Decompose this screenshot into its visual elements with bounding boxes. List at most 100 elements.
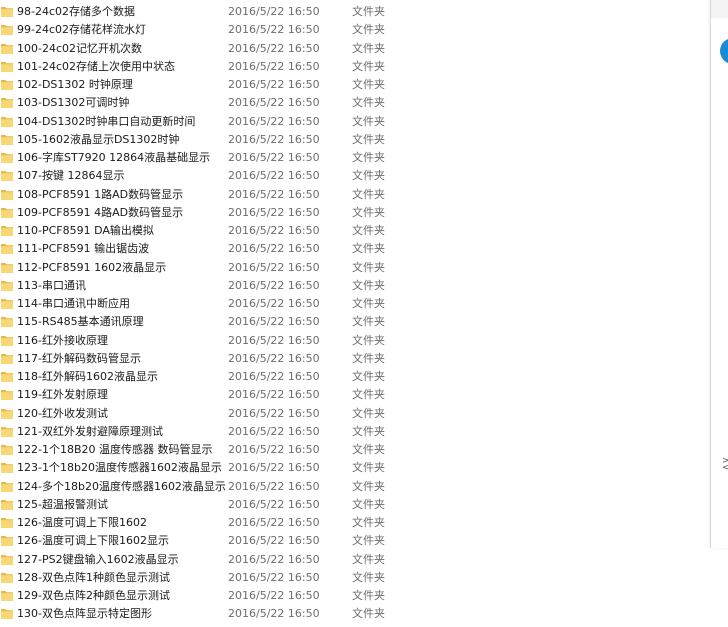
list-item[interactable]: 116-红外接收原理 2016/5/22 16:50 文件夹	[0, 332, 700, 350]
folder-icon	[1, 153, 13, 163]
expand-icon[interactable]: > <	[722, 457, 728, 473]
list-item[interactable]: 103-DS1302可调时钟 2016/5/22 16:50 文件夹	[0, 94, 700, 112]
list-item[interactable]: 119-红外发射原理 2016/5/22 16:50 文件夹	[0, 386, 700, 404]
folder-icon	[1, 408, 13, 419]
file-name: 119-红外发射原理	[17, 388, 108, 402]
info-circle-icon[interactable]	[720, 38, 728, 64]
file-date: 2016/5/22 16:50	[228, 132, 320, 146]
file-name: 112-PCF8591 1602液晶显示	[17, 260, 167, 274]
list-item[interactable]: 122-1个18B20 温度传感器 数码管显示 2016/5/22 16:50 文件…	[0, 441, 700, 459]
list-item[interactable]: 127-PS2键盘输入1602液晶显示 2016/5/22 16:50 文件夹	[0, 551, 700, 569]
file-type: 文件夹	[352, 479, 385, 493]
file-date: 2016/5/22 16:50	[228, 534, 320, 548]
folder-icon	[1, 189, 13, 200]
list-item[interactable]: 113-串口通讯 2016/5/22 16:50 文件夹	[0, 277, 700, 295]
list-item[interactable]: 128-双色点阵1种颜色显示测试 2016/5/22 16:50 文件夹	[0, 569, 700, 587]
file-name: 118-红外解码1602液晶显示	[17, 370, 158, 383]
folder-icon	[1, 536, 13, 547]
file-name: 128-双色点阵1种颜色显示测试	[17, 570, 170, 584]
file-type: 文件夹	[352, 242, 385, 256]
folder-icon	[1, 445, 13, 455]
file-name: 110-PCF8591 DA输出模拟	[17, 224, 154, 237]
folder-icon	[1, 116, 13, 127]
folder-icon	[1, 317, 13, 328]
list-item[interactable]: 115-RS485基本通讯原理 2016/5/22 16:50 文件夹	[0, 313, 700, 331]
list-item[interactable]: 126-温度可调上下限1602显示 2016/5/22 16:50 文件夹	[0, 532, 700, 550]
file-date: 2016/5/22 16:50	[228, 242, 320, 256]
folder-icon	[1, 554, 13, 565]
file-type: 文件夹	[352, 570, 385, 584]
file-name: 113-串口通讯	[17, 278, 86, 292]
list-item[interactable]: 121-双红外发射避障原理测试 2016/5/22 16:50 文件夹	[0, 423, 700, 441]
file-name: 109-PCF8591 4路AD数码管显示	[17, 205, 184, 219]
file-type: 文件夹	[352, 151, 385, 164]
file-date: 2016/5/22 16:50	[228, 351, 320, 365]
file-name: 101-24c02存储上次使用中状态	[17, 59, 176, 73]
list-item[interactable]: 107-按键 12864显示 2016/5/22 16:50 文件夹	[0, 167, 700, 185]
folder-icon	[1, 499, 13, 510]
file-type: 文件夹	[352, 41, 385, 55]
list-item[interactable]: 124-多个18b20温度传感器1602液晶显示 2016/5/22 16:50 文…	[0, 478, 700, 496]
file-name: 114-串口通讯中断应用	[17, 297, 130, 310]
folder-icon	[1, 43, 13, 54]
list-item[interactable]: 114-串口通讯中断应用 2016/5/22 16:50 文件夹	[0, 295, 700, 313]
list-item[interactable]: 126-温度可调上下限1602 2016/5/22 16:50 文件夹	[0, 514, 700, 532]
list-item[interactable]: 123-1个18b20温度传感器1602液晶显示 2016/5/22 16:50 文…	[0, 459, 700, 477]
list-item[interactable]: 99-24c02存储花样流水灯 2016/5/22 16:50 文件夹	[0, 21, 700, 39]
folder-icon	[1, 262, 13, 273]
file-name: 108-PCF8591 1路AD数码管显示	[17, 187, 184, 201]
file-type: 文件夹	[352, 205, 385, 219]
file-type: 文件夹	[352, 96, 385, 110]
file-name: 98-24c02存储多个数据	[17, 5, 136, 18]
folder-icon	[1, 226, 13, 236]
file-type: 文件夹	[352, 370, 385, 383]
list-item[interactable]: 102-DS1302 时钟原理 2016/5/22 16:50 文件夹	[0, 76, 700, 94]
file-date: 2016/5/22 16:50	[228, 59, 320, 73]
file-name: 126-温度可调上下限1602显示	[17, 534, 169, 548]
file-date: 2016/5/22 16:50	[228, 607, 320, 621]
list-item[interactable]: 112-PCF8591 1602液晶显示 2016/5/22 16:50 文件夹	[0, 259, 700, 277]
folder-icon	[1, 335, 13, 346]
list-item[interactable]: 118-红外解码1602液晶显示 2016/5/22 16:50 文件夹	[0, 368, 700, 386]
file-type: 文件夹	[352, 351, 385, 365]
file-name: 122-1个18B20 温度传感器 数码管显示	[17, 443, 213, 456]
file-type: 文件夹	[352, 516, 385, 529]
file-name: 127-PS2键盘输入1602液晶显示	[17, 552, 179, 566]
folder-icon	[1, 61, 13, 72]
list-item[interactable]: 98-24c02存储多个数据 2016/5/22 16:50 文件夹	[0, 3, 700, 21]
file-date: 2016/5/22 16:50	[228, 479, 320, 493]
file-type: 文件夹	[352, 443, 385, 456]
folder-icon	[1, 244, 13, 255]
file-name: 121-双红外发射避障原理测试	[17, 424, 163, 438]
list-item[interactable]: 120-红外收发测试 2016/5/22 16:50 文件夹	[0, 405, 700, 423]
list-item[interactable]: 106-字库ST7920 12864液晶基础显示 2016/5/22 16:50 文…	[0, 149, 700, 167]
folder-icon	[1, 7, 13, 17]
list-item[interactable]: 109-PCF8591 4路AD数码管显示 2016/5/22 16:50 文件夹	[0, 204, 700, 222]
file-date: 2016/5/22 16:50	[228, 497, 320, 511]
list-item[interactable]: 130-双色点阵显示特定图形 2016/5/22 16:50 文件夹	[0, 605, 700, 623]
list-item[interactable]: 101-24c02存储上次使用中状态 2016/5/22 16:50 文件夹	[0, 58, 700, 76]
list-item[interactable]: 108-PCF8591 1路AD数码管显示 2016/5/22 16:50 文件夹	[0, 186, 700, 204]
file-date: 2016/5/22 16:50	[228, 278, 320, 292]
folder-icon	[1, 390, 13, 401]
file-name: 106-字库ST7920 12864液晶基础显示	[17, 151, 211, 164]
file-type: 文件夹	[352, 589, 385, 602]
file-name: 129-双色点阵2种颜色显示测试	[17, 589, 170, 602]
file-type: 文件夹	[352, 59, 385, 73]
folder-icon	[1, 299, 13, 309]
list-item[interactable]: 105-1602液晶显示DS1302时钟 2016/5/22 16:50 文件夹	[0, 131, 700, 149]
list-item[interactable]: 117-红外解码数码管显示 2016/5/22 16:50 文件夹	[0, 350, 700, 368]
list-item[interactable]: 104-DS1302时钟串口自动更新时间 2016/5/22 16:50 文件夹	[0, 113, 700, 131]
file-name: 99-24c02存储花样流水灯	[17, 23, 147, 37]
list-item[interactable]: 111-PCF8591 输出锯齿波 2016/5/22 16:50 文件夹	[0, 240, 700, 258]
file-date: 2016/5/22 16:50	[228, 406, 320, 420]
file-date: 2016/5/22 16:50	[228, 169, 320, 183]
file-date: 2016/5/22 16:50	[228, 461, 320, 475]
folder-icon	[1, 572, 13, 583]
file-name: 117-红外解码数码管显示	[17, 351, 141, 365]
list-item[interactable]: 100-24c02记忆开机次数 2016/5/22 16:50 文件夹	[0, 40, 700, 58]
list-item[interactable]: 110-PCF8591 DA输出模拟 2016/5/22 16:50 文件夹	[0, 222, 700, 240]
list-item[interactable]: 129-双色点阵2种颜色显示测试 2016/5/22 16:50 文件夹	[0, 587, 700, 605]
file-name: 115-RS485基本通讯原理	[17, 315, 144, 329]
list-item[interactable]: 125-超温报警测试 2016/5/22 16:50 文件夹	[0, 496, 700, 514]
